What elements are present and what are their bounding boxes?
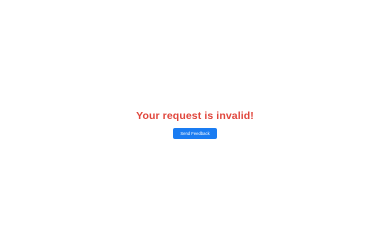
error-page: Your request is invalid! Send Feedback xyxy=(0,0,390,240)
error-container: Your request is invalid! Send Feedback xyxy=(0,110,390,139)
error-message: Your request is invalid! xyxy=(136,110,254,122)
send-feedback-button[interactable]: Send Feedback xyxy=(173,128,217,139)
